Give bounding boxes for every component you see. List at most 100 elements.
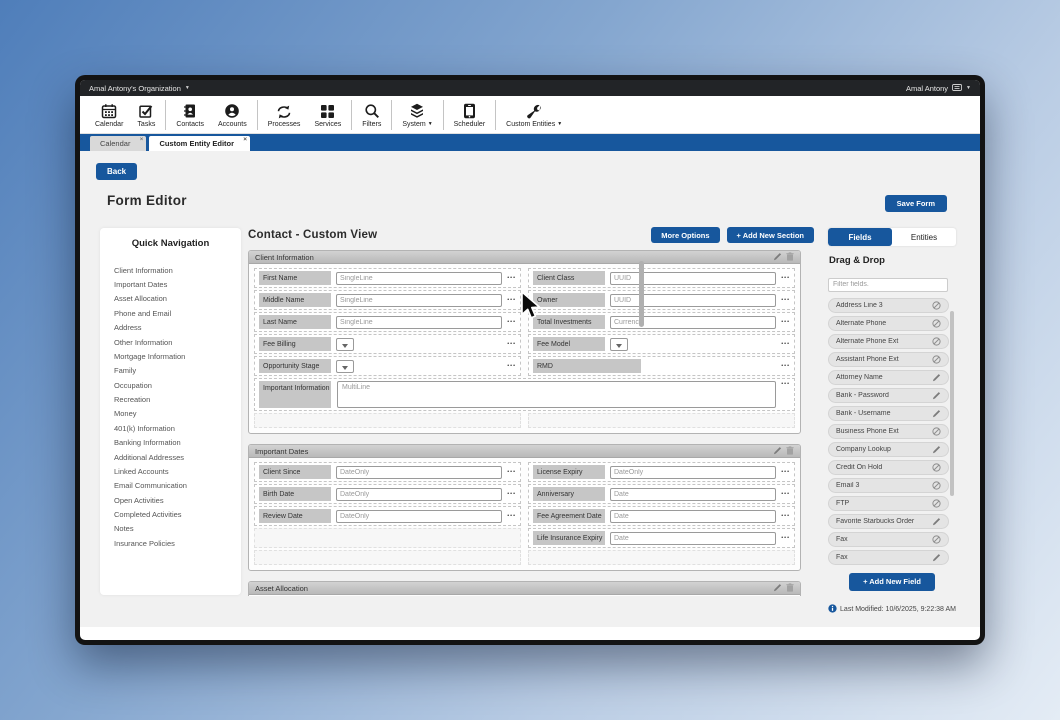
tab-custom-entity-editor[interactable]: Custom Entity Editor × [149, 136, 250, 151]
field-menu-button[interactable]: ••• [502, 341, 516, 347]
field-input[interactable] [336, 466, 502, 479]
field-menu-button[interactable]: ••• [502, 363, 516, 369]
field-chip-ftp[interactable]: FTP [828, 496, 949, 511]
field-chip-attorney-name[interactable]: Attorney Name [828, 370, 949, 385]
quick-nav-item-client-information[interactable]: Client Information [100, 263, 241, 277]
toolbar-item-system[interactable]: System ▼ [395, 96, 439, 133]
form-field-owner[interactable]: Owner••• [528, 290, 795, 310]
field-menu-button[interactable]: ••• [502, 275, 516, 281]
form-field-review-date[interactable]: Review Date••• [254, 506, 521, 526]
field-chip-fax[interactable]: Fax [828, 550, 949, 565]
field-chip-business-phone-ext[interactable]: Business Phone Ext [828, 424, 949, 439]
field-input[interactable] [336, 294, 502, 307]
field-input[interactable] [610, 510, 776, 523]
toolbar-item-calendar[interactable]: Calendar [88, 96, 130, 133]
org-menu[interactable]: Amal Antony's Organization ▼ [89, 84, 190, 93]
tab-fields[interactable]: Fields [828, 228, 892, 246]
trash-icon[interactable] [786, 579, 794, 596]
field-menu-button[interactable]: ••• [502, 297, 516, 303]
field-chip-alternate-phone[interactable]: Alternate Phone [828, 316, 949, 331]
toolbar-item-filters[interactable]: Filters [355, 96, 388, 133]
field-input[interactable] [610, 488, 776, 501]
toolbar-item-processes[interactable]: Processes [261, 96, 308, 133]
form-field-fee-model[interactable]: Fee Model••• [528, 334, 795, 354]
quick-nav-item-asset-allocation[interactable]: Asset Allocation [100, 292, 241, 306]
toolbar-item-contacts[interactable]: Contacts [169, 96, 211, 133]
field-chip-credit-on-hold[interactable]: Credit On Hold [828, 460, 949, 475]
form-field-license-expiry[interactable]: License Expiry••• [528, 462, 795, 482]
field-input[interactable] [336, 510, 502, 523]
form-field-important-information[interactable]: Important Information••• [254, 378, 795, 411]
quick-nav-item-other-information[interactable]: Other Information [100, 335, 241, 349]
field-chip-favorite-starbucks-order[interactable]: Favorite Starbucks Order [828, 514, 949, 529]
section-header[interactable]: Important Dates [249, 445, 800, 458]
quick-nav-item-money[interactable]: Money [100, 407, 241, 421]
field-menu-button[interactable]: ••• [776, 469, 790, 475]
quick-nav-item-linked-accounts[interactable]: Linked Accounts [100, 464, 241, 478]
field-chip-bank-username[interactable]: Bank - Username [828, 406, 949, 421]
form-field-birth-date[interactable]: Birth Date••• [254, 484, 521, 504]
user-menu[interactable]: Amal Antony ▼ [906, 84, 971, 93]
quick-nav-item-email-communication[interactable]: Email Communication [100, 479, 241, 493]
field-input[interactable] [610, 316, 776, 329]
toolbar-item-scheduler[interactable]: Scheduler [447, 96, 493, 133]
quick-nav-item-notes[interactable]: Notes [100, 522, 241, 536]
field-chip-alternate-phone-ext[interactable]: Alternate Phone Ext [828, 334, 949, 349]
form-field-first-name[interactable]: First Name••• [254, 268, 521, 288]
quick-nav-item-recreation[interactable]: Recreation [100, 392, 241, 406]
quick-nav-item-mortgage-information[interactable]: Mortgage Information [100, 349, 241, 363]
edit-icon[interactable] [773, 579, 782, 596]
field-chip-email-3[interactable]: Email 3 [828, 478, 949, 493]
section-header[interactable]: Client Information [249, 251, 800, 264]
field-menu-button[interactable]: ••• [502, 319, 516, 325]
edit-icon[interactable] [773, 442, 782, 460]
field-menu-button[interactable]: ••• [776, 513, 790, 519]
field-menu-button[interactable]: ••• [776, 297, 790, 303]
field-menu-button[interactable]: ••• [502, 491, 516, 497]
quick-nav-item-401-k-information[interactable]: 401(k) Information [100, 421, 241, 435]
field-input[interactable] [610, 532, 776, 545]
field-menu-button[interactable]: ••• [776, 363, 790, 369]
form-scrollbar[interactable] [639, 261, 644, 327]
field-menu-button[interactable]: ••• [776, 319, 790, 325]
quick-nav-item-additional-addresses[interactable]: Additional Addresses [100, 450, 241, 464]
toolbar-item-services[interactable]: Services [307, 96, 348, 133]
tab-calendar[interactable]: Calendar × [90, 136, 146, 151]
tab-entities[interactable]: Entities [892, 228, 956, 246]
field-chip-address-line-3[interactable]: Address Line 3 [828, 298, 949, 313]
toolbar-item-accounts[interactable]: Accounts [211, 96, 254, 133]
form-field-rmd[interactable]: RMD••• [528, 356, 795, 376]
form-field-anniversary[interactable]: Anniversary••• [528, 484, 795, 504]
add-new-section-button[interactable]: + Add New Section [727, 227, 814, 243]
field-textarea[interactable] [337, 381, 776, 408]
form-field-client-class[interactable]: Client Class••• [528, 268, 795, 288]
field-input[interactable] [610, 294, 776, 307]
form-field-fee-billing[interactable]: Fee Billing••• [254, 334, 521, 354]
close-icon[interactable]: × [243, 136, 247, 143]
quick-nav-item-open-activities[interactable]: Open Activities [100, 493, 241, 507]
field-select[interactable] [610, 338, 628, 351]
form-field-middle-name[interactable]: Middle Name••• [254, 290, 521, 310]
field-menu-button[interactable]: ••• [502, 513, 516, 519]
field-chip-assistant-phone-ext[interactable]: Assistant Phone Ext [828, 352, 949, 367]
add-new-field-button[interactable]: + Add New Field [849, 573, 935, 591]
field-menu-button[interactable]: ••• [502, 469, 516, 475]
quick-nav-item-phone-and-email[interactable]: Phone and Email [100, 306, 241, 320]
form-field-last-name[interactable]: Last Name••• [254, 312, 521, 332]
quick-nav-item-address[interactable]: Address [100, 321, 241, 335]
toolbar-item-custom-entities[interactable]: Custom Entities ▼ [499, 96, 569, 133]
trash-icon[interactable] [786, 250, 794, 266]
toolbar-item-tasks[interactable]: Tasks [130, 96, 162, 133]
form-field-total-investments[interactable]: Total Investments••• [528, 312, 795, 332]
more-options-button[interactable]: More Options [651, 227, 719, 243]
field-input[interactable] [336, 316, 502, 329]
field-input[interactable] [610, 466, 776, 479]
field-chip-bank-password[interactable]: Bank - Password [828, 388, 949, 403]
filter-fields-input[interactable] [828, 278, 948, 292]
field-select[interactable] [336, 338, 354, 351]
form-field-life-insurance-expiry[interactable]: Life Insurance Expiry••• [528, 528, 795, 548]
quick-nav-item-banking-information[interactable]: Banking Information [100, 436, 241, 450]
fields-panel-scrollbar[interactable] [950, 311, 954, 496]
field-input[interactable] [336, 272, 502, 285]
field-menu-button[interactable]: ••• [776, 341, 790, 347]
